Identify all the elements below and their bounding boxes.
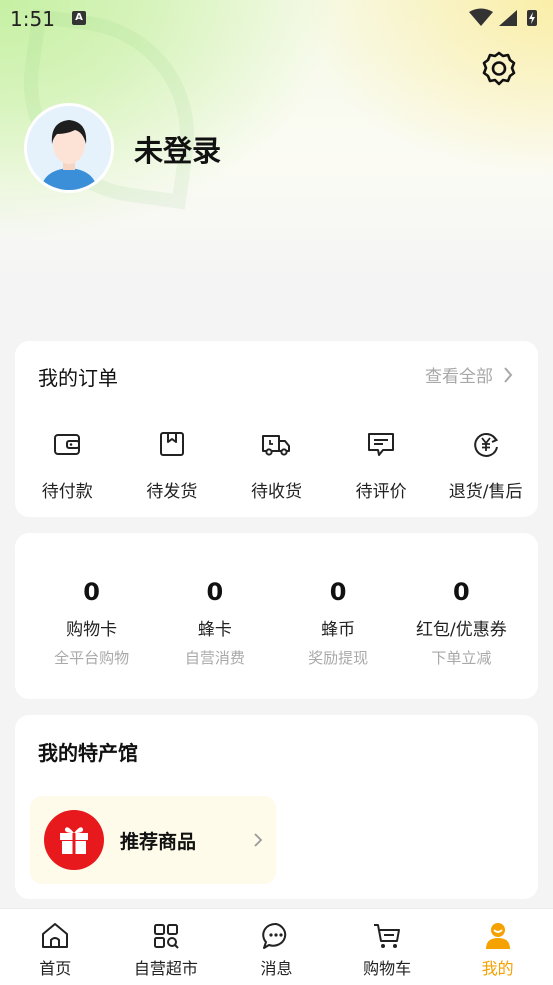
tab-home[interactable]: 首页 <box>0 909 111 985</box>
signal-icon <box>499 10 517 26</box>
asset-subtitle: 奖励提现 <box>308 649 369 667</box>
tab-mine[interactable]: 我的 <box>442 909 553 985</box>
asset-subtitle: 下单立减 <box>431 649 492 667</box>
order-item-label: 待收货 <box>250 482 302 502</box>
tab-cart[interactable]: 购物车 <box>332 909 443 985</box>
status-time: 1:51 <box>10 7 55 31</box>
asset-coupons[interactable]: 0 红包/优惠券 下单立减 <box>400 577 523 668</box>
system-status-icons <box>469 8 537 26</box>
view-all-orders-link[interactable]: 查看全部 <box>425 362 513 387</box>
order-refund-aftersale[interactable]: 退货/售后 <box>433 429 538 502</box>
asset-bee-card[interactable]: 0 蜂卡 自营消费 <box>153 577 276 668</box>
tab-self-supermarket[interactable]: 自营超市 <box>111 909 222 985</box>
tab-label: 首页 <box>39 959 72 978</box>
orders-title: 我的订单 <box>38 366 118 390</box>
grid-search-icon <box>153 924 179 949</box>
asset-value: 0 <box>83 578 100 606</box>
order-pending-review[interactable]: 待评价 <box>329 429 434 502</box>
order-item-label: 待付款 <box>41 482 93 502</box>
asset-name: 蜂币 <box>321 620 356 640</box>
wallet-icon <box>54 434 81 455</box>
asset-name: 蜂卡 <box>197 620 232 640</box>
bottom-tab-bar: 首页 自营超市 消息 购物车 我的 <box>0 908 553 985</box>
order-item-label: 待评价 <box>355 482 407 502</box>
asset-value: 0 <box>453 578 470 606</box>
asset-row: 0 购物卡 全平台购物 0 蜂卡 自营消费 0 蜂币 奖励提现 0 红包/优惠券… <box>30 577 523 668</box>
recommend-products-button[interactable]: 推荐商品 <box>30 796 276 884</box>
avatar[interactable] <box>24 103 114 193</box>
asset-name: 红包/优惠券 <box>416 620 507 640</box>
specialty-card: 我的特产馆 推荐商品 <box>15 715 538 899</box>
tab-label: 购物车 <box>363 959 412 978</box>
cart-icon <box>374 924 401 948</box>
chevron-right-icon <box>504 366 513 383</box>
notification-badge-icon: A <box>72 11 86 25</box>
asset-shopping-card[interactable]: 0 购物卡 全平台购物 <box>30 577 153 668</box>
profile-icon <box>485 923 510 949</box>
asset-subtitle: 全平台购物 <box>54 649 130 667</box>
message-icon <box>262 922 287 949</box>
asset-value: 0 <box>206 578 224 606</box>
tab-messages[interactable]: 消息 <box>221 909 332 985</box>
order-pending-shipment[interactable]: 待发货 <box>120 429 225 502</box>
order-pending-receipt[interactable]: 待收货 <box>224 429 329 502</box>
comment-icon <box>368 433 395 456</box>
asset-value: 0 <box>329 578 347 606</box>
orders-card: 我的订单 查看全部 待付款 待发货 待收货 待评价 退货/售后 <box>15 341 538 517</box>
assets-card: 0 购物卡 全平台购物 0 蜂卡 自营消费 0 蜂币 奖励提现 0 红包/优惠券… <box>15 533 538 699</box>
order-item-label: 待发货 <box>146 482 198 502</box>
tab-label: 我的 <box>481 959 514 978</box>
gear-icon[interactable] <box>478 48 520 90</box>
default-user-icon <box>27 106 111 190</box>
package-icon <box>159 432 184 456</box>
tab-label: 自营超市 <box>133 959 198 978</box>
truck-icon <box>262 435 291 456</box>
refund-icon <box>473 433 498 457</box>
gift-icon <box>44 810 104 870</box>
asset-subtitle: 自营消费 <box>184 649 245 667</box>
specialty-title: 我的特产馆 <box>38 741 138 765</box>
order-pending-payment[interactable]: 待付款 <box>15 429 120 502</box>
status-bar: 1:51 A <box>0 0 553 38</box>
order-status-row: 待付款 待发货 待收货 待评价 退货/售后 <box>15 429 538 502</box>
order-item-label: 退货/售后 <box>448 482 523 502</box>
recommend-label: 推荐商品 <box>120 830 197 853</box>
asset-name: 购物卡 <box>66 620 118 640</box>
view-all-label: 查看全部 <box>425 367 493 387</box>
username-label[interactable]: 未登录 <box>134 128 221 170</box>
tab-label: 消息 <box>260 959 293 978</box>
home-icon <box>42 923 69 948</box>
chevron-right-icon <box>254 833 262 847</box>
asset-bee-coin[interactable]: 0 蜂币 奖励提现 <box>277 577 400 668</box>
wifi-icon <box>469 8 493 26</box>
